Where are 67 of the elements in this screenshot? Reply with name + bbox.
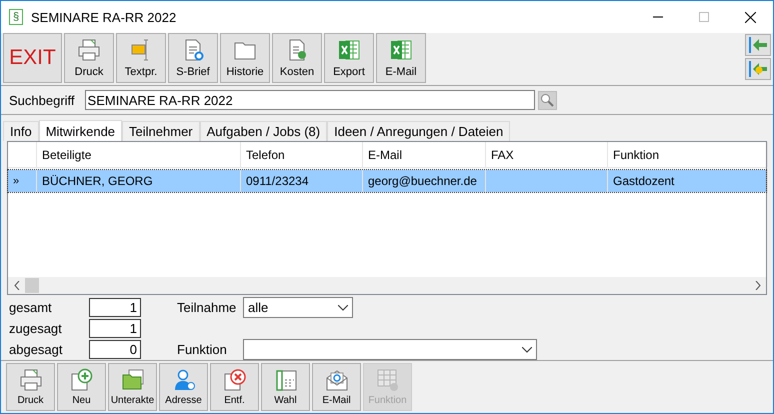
toolbar-button[interactable]: Druck xyxy=(64,33,114,83)
count-field: 1 xyxy=(89,298,141,317)
delete-icon xyxy=(222,368,246,392)
table-cell: georg@buechner.de xyxy=(363,170,486,192)
mail-icon xyxy=(324,368,348,392)
action-button[interactable]: Neu xyxy=(57,363,106,411)
count-label: zugesagt xyxy=(9,321,63,336)
tab[interactable]: Teilnehmer xyxy=(122,121,200,141)
action-button[interactable]: Adresse xyxy=(159,363,208,411)
table-cell: 0911/23234 xyxy=(241,170,363,192)
maximize-icon xyxy=(699,12,709,22)
action-button[interactable]: E-Mail xyxy=(312,363,361,411)
filter-dropdown[interactable]: alle xyxy=(243,297,353,318)
filter-label: Funktion xyxy=(177,342,228,357)
exit-button[interactable]: EXIT xyxy=(3,33,62,83)
search-field[interactable]: SEMINARE RA-RR 2022 xyxy=(84,90,535,110)
table-gear-icon xyxy=(376,368,400,392)
action-button[interactable]: Entf. xyxy=(210,363,259,411)
column-header[interactable]: Beteiligte xyxy=(37,142,241,167)
search-label: Suchbegriff xyxy=(9,92,75,108)
back-close-button[interactable] xyxy=(745,58,771,80)
printer-icon xyxy=(18,368,42,392)
toolbar-button[interactable]: Textpr. xyxy=(116,33,166,83)
column-header[interactable]: Funktion xyxy=(608,142,768,167)
toolbar-button[interactable]: Historie xyxy=(220,33,270,83)
action-button[interactable]: Druck xyxy=(6,363,55,411)
arrow-left-icon xyxy=(748,60,768,78)
spreadsheet-icon xyxy=(389,38,413,62)
column-header[interactable]: FAX xyxy=(486,142,608,167)
scroll-thumb[interactable] xyxy=(25,278,39,293)
chevron-down-icon xyxy=(522,346,532,352)
toolbar-button[interactable]: S-Brief xyxy=(168,33,218,83)
tab[interactable]: Ideen / Anregungen / Dateien xyxy=(327,121,510,141)
printer-icon xyxy=(77,38,101,62)
filter-dropdown[interactable] xyxy=(243,339,537,360)
chevron-down-icon xyxy=(338,304,348,310)
table-cell: Gastdozent xyxy=(608,170,768,192)
count-field: 1 xyxy=(89,319,141,338)
action-button[interactable]: Wahl xyxy=(261,363,310,411)
tab[interactable]: Mitwirkende xyxy=(38,120,122,142)
table-row[interactable]: » BÜCHNER, GEORG 0911/23234 georg@buechner.de Gastdozent xyxy=(8,170,766,192)
search-button[interactable] xyxy=(538,90,557,110)
column-header[interactable]: Telefon xyxy=(241,142,363,167)
close-icon xyxy=(744,12,756,22)
horizontal-scrollbar[interactable] xyxy=(8,277,766,294)
column-header[interactable]: E-Mail xyxy=(363,142,486,167)
arrow-left-icon xyxy=(748,36,768,54)
toolbar-button[interactable]: Kosten xyxy=(272,33,322,83)
scroll-left-icon xyxy=(14,281,20,290)
app-icon: § xyxy=(9,9,23,25)
search-icon xyxy=(540,93,554,107)
folders-icon xyxy=(120,368,144,392)
add-document-icon xyxy=(70,368,94,392)
phone-icon xyxy=(274,368,298,392)
spreadsheet-icon xyxy=(337,38,361,62)
window-title: SEMINARE RA-RR 2022 xyxy=(31,10,178,24)
count-label: gesamt xyxy=(9,300,53,315)
count-label: abgesagt xyxy=(9,342,64,357)
tab[interactable]: Aufgaben / Jobs (8) xyxy=(200,121,328,141)
scroll-right-icon xyxy=(754,281,760,290)
toolbar-button[interactable]: E-Mail xyxy=(376,33,426,83)
tab[interactable]: Info xyxy=(3,121,39,141)
action-button[interactable]: Unterakte xyxy=(108,363,157,411)
toolbar-button[interactable]: Export xyxy=(324,33,374,83)
filter-label: Teilnahme xyxy=(177,300,238,315)
count-field: 0 xyxy=(89,340,141,359)
table-cell: BÜCHNER, GEORG xyxy=(37,170,241,192)
